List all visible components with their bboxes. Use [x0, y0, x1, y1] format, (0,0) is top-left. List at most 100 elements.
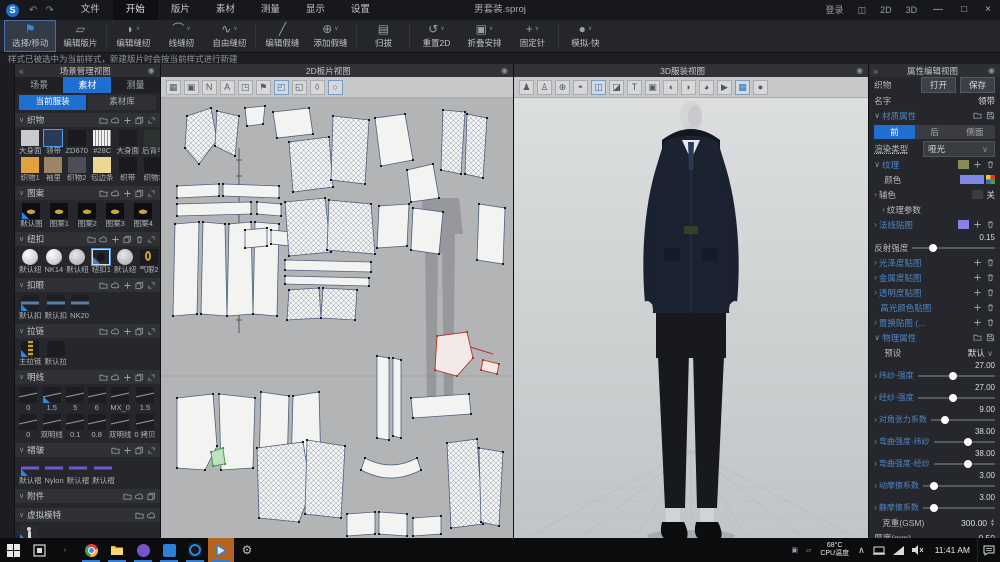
ribbon-button-0[interactable]: ⚑选择/移动: [4, 20, 56, 52]
device-icon[interactable]: [869, 546, 889, 555]
task-view-button[interactable]: [26, 538, 52, 562]
corner-icon[interactable]: [147, 327, 156, 336]
collapse-panel-icon[interactable]: «: [15, 66, 28, 76]
app-purple-icon[interactable]: [130, 538, 156, 562]
reflect-slider[interactable]: [912, 247, 995, 249]
avatar-half-icon[interactable]: ◓: [573, 80, 588, 95]
avatar-icon[interactable]: ♟: [519, 80, 534, 95]
ribbon-button-4[interactable]: ∿∨自由缝纫: [205, 20, 253, 52]
plus-icon[interactable]: [973, 220, 982, 229]
plus-icon[interactable]: [973, 303, 982, 312]
tray-pen-icon[interactable]: ▱: [802, 546, 815, 554]
swatch-item[interactable]: 默认纽: [66, 249, 89, 274]
swatch-item[interactable]: 织物1: [19, 157, 42, 182]
swatch-item[interactable]: 默认褶: [67, 460, 90, 485]
collapse-panel-icon[interactable]: »: [869, 66, 882, 76]
trash-icon[interactable]: [135, 235, 144, 244]
swatch-item[interactable]: 默认纽: [114, 249, 137, 274]
copy-icon[interactable]: [135, 281, 144, 290]
folder-icon[interactable]: [99, 189, 108, 198]
plus-icon[interactable]: [123, 116, 132, 125]
swatch-item[interactable]: 默认扣: [19, 295, 42, 320]
hidden-icons-chevron[interactable]: ∧: [854, 545, 869, 556]
cloud-icon[interactable]: [99, 235, 108, 244]
swatch-item[interactable]: 双明线: [40, 414, 63, 439]
jacket-3-icon[interactable]: ◕: [699, 80, 714, 95]
swatch-item[interactable]: 图案4: [131, 203, 156, 228]
cloud-icon[interactable]: [111, 281, 120, 290]
cloud-icon[interactable]: [147, 511, 156, 520]
pin-icon[interactable]: ◉: [143, 66, 160, 75]
face-tab-0[interactable]: 前: [874, 125, 914, 139]
plus-icon[interactable]: [123, 189, 132, 198]
slider[interactable]: [934, 441, 995, 443]
swatch-item[interactable]: 气眼2: [139, 249, 158, 274]
menu-5[interactable]: 显示: [293, 0, 338, 20]
droplet-icon[interactable]: ◊: [310, 80, 325, 95]
swatch-item[interactable]: 图案1: [47, 203, 72, 228]
cloud-icon[interactable]: [111, 189, 120, 198]
chrome-icon[interactable]: [78, 538, 104, 562]
folder-icon[interactable]: [135, 511, 144, 520]
cube-icon[interactable]: ◫: [591, 80, 606, 95]
section-header[interactable]: ∨扣眼: [15, 278, 160, 292]
section-header[interactable]: ∨拉链: [15, 324, 160, 338]
basket-alt-icon[interactable]: ◱: [292, 80, 307, 95]
plus-icon[interactable]: [123, 327, 132, 336]
secondary-color-swatch[interactable]: [972, 190, 983, 199]
corner-icon[interactable]: [147, 281, 156, 290]
plus-icon[interactable]: [123, 281, 132, 290]
annotation-icon[interactable]: A: [220, 80, 235, 95]
sidebar-subtab-1[interactable]: 素材库: [88, 95, 155, 110]
mode-3d-button[interactable]: 3D: [899, 0, 925, 20]
swatch-item[interactable]: 袖里: [44, 157, 62, 182]
swatch-item[interactable]: 图案3: [103, 203, 128, 228]
volume-muted-icon[interactable]: [908, 545, 928, 555]
slider[interactable]: [923, 485, 995, 487]
swatch-item[interactable]: 默认拉: [44, 341, 67, 366]
plus-icon[interactable]: [123, 373, 132, 382]
floppy-icon[interactable]: [986, 111, 995, 120]
start-button[interactable]: [0, 538, 26, 562]
copy-icon[interactable]: [123, 235, 132, 244]
layout-panels-icon[interactable]: ◫: [851, 0, 874, 20]
maximize-button[interactable]: □: [952, 0, 976, 20]
swatch-item[interactable]: ZD670: [65, 130, 88, 155]
pattern-canvas[interactable]: [161, 98, 513, 538]
swatch-item[interactable]: Nylon: [44, 460, 63, 485]
folder-icon[interactable]: [973, 111, 982, 120]
swatch-item[interactable]: 领带: [44, 130, 62, 155]
copy-icon[interactable]: [135, 189, 144, 198]
copy-icon[interactable]: [135, 116, 144, 125]
ruler-flag-icon[interactable]: ⚑: [256, 80, 271, 95]
avatar-arrange-icon[interactable]: ⊕: [555, 80, 570, 95]
folder-icon[interactable]: [99, 327, 108, 336]
cpu-temp-widget[interactable]: 68°C CPU温度: [815, 542, 854, 558]
corner-icon[interactable]: [147, 446, 156, 455]
face-tab-2[interactable]: 侧面: [955, 125, 995, 139]
corner-icon[interactable]: [147, 116, 156, 125]
tpose-icon[interactable]: T: [627, 80, 642, 95]
lasso-icon[interactable]: ○: [328, 80, 343, 95]
swatch-item[interactable]: 0.1: [66, 414, 84, 439]
close-button[interactable]: ×: [976, 0, 1000, 20]
plus-icon[interactable]: [973, 258, 982, 267]
undo-icon[interactable]: ↶: [25, 5, 41, 16]
section-header[interactable]: ∨虚拟模特: [15, 508, 160, 522]
swatch-item[interactable]: 1.5: [134, 387, 155, 412]
texture-swatch[interactable]: [958, 160, 969, 169]
sidebar-tab-1[interactable]: 素材: [63, 77, 111, 93]
notch-icon[interactable]: N: [202, 80, 217, 95]
swatch-item[interactable]: 大身面: [116, 130, 139, 155]
color-swatch[interactable]: [960, 175, 984, 184]
copy-icon[interactable]: [135, 373, 144, 382]
pin-icon[interactable]: ◉: [851, 66, 868, 75]
render-type-select[interactable]: 哑光∨: [923, 141, 995, 157]
swatch-item[interactable]: 织带: [116, 157, 139, 182]
floppy-icon[interactable]: [986, 333, 995, 342]
swatch-item[interactable]: 默认图: [19, 203, 44, 228]
folder-icon[interactable]: [123, 492, 132, 501]
preset-select[interactable]: 默认 ∨: [968, 347, 995, 359]
swatch-item[interactable]: 0: [19, 414, 37, 439]
folder-icon[interactable]: [99, 281, 108, 290]
